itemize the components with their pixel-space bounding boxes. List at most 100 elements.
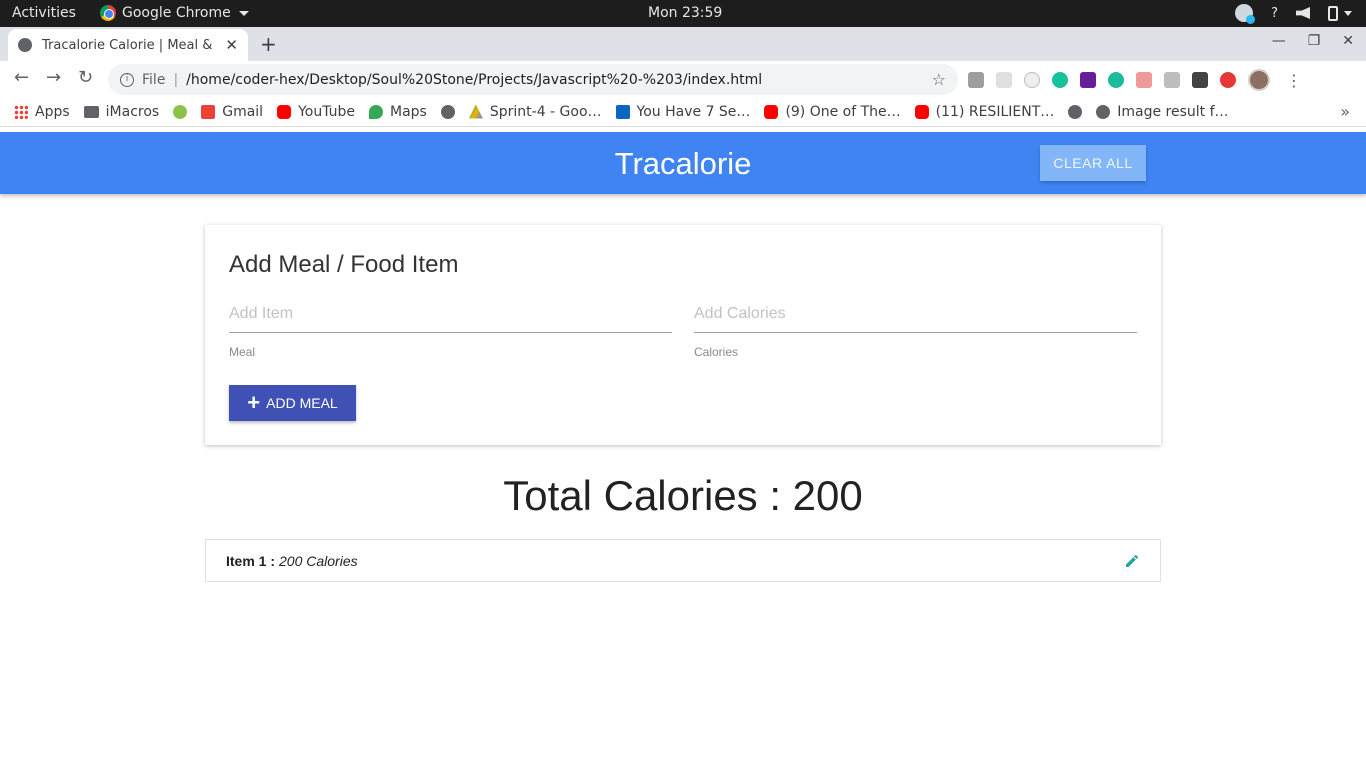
extension-icon[interactable] xyxy=(1080,72,1096,88)
bookmark-label: Image result f… xyxy=(1117,103,1229,120)
menu-kebab-icon[interactable]: ⋮ xyxy=(1286,71,1302,90)
app-menu[interactable]: Google Chrome xyxy=(100,5,249,21)
add-meal-card: Add Meal / Food Item Meal Calories + ADD… xyxy=(205,225,1161,445)
youtube-icon xyxy=(277,104,292,119)
bookmark-globe-2[interactable] xyxy=(1068,104,1083,119)
add-meal-label: ADD MEAL xyxy=(266,395,338,411)
grammarly-icon[interactable] xyxy=(1052,72,1068,88)
shield-icon[interactable] xyxy=(1164,72,1180,88)
close-tab-icon[interactable]: ✕ xyxy=(225,36,238,54)
address-url[interactable]: /home/coder-hex/Desktop/Soul%20Stone/Pro… xyxy=(186,72,932,88)
globe-icon xyxy=(1096,104,1111,119)
bookmark-globe[interactable] xyxy=(440,104,455,119)
volume-icon[interactable] xyxy=(1296,7,1310,19)
app-menu-label: Google Chrome xyxy=(122,5,231,21)
linkedin-icon xyxy=(615,104,630,119)
bookmark-label: YouTube xyxy=(298,103,356,120)
add-meal-button[interactable]: + ADD MEAL xyxy=(229,385,356,421)
drive-icon xyxy=(468,104,483,119)
extension-icon xyxy=(173,104,188,119)
bookmark-label: Apps xyxy=(35,103,70,120)
pencil-edit-icon[interactable] xyxy=(1124,553,1140,569)
bookmark-youtube[interactable]: YouTube xyxy=(277,104,355,120)
bookmark-gmail[interactable]: Gmail xyxy=(201,104,263,120)
system-top-bar: Activities Google Chrome Mon 23:59 ? xyxy=(0,0,1366,27)
bookmark-label: (11) RESILIENT… xyxy=(935,103,1055,120)
bookmark-star-icon[interactable]: ☆ xyxy=(932,70,946,89)
card-title: Add Meal / Food Item xyxy=(229,251,459,278)
bookmark-label: iMacros xyxy=(105,103,160,120)
new-tab-button[interactable]: + xyxy=(260,32,277,56)
bookmarks-bar: Apps iMacros Gmail YouTube Maps Sprint-4… xyxy=(0,97,1366,127)
chevron-down-icon[interactable] xyxy=(1344,10,1352,16)
bookmark-youtube-3[interactable]: (11) RESILIENT… xyxy=(914,103,1055,120)
bookmark-maps[interactable]: Maps xyxy=(369,104,427,120)
extension-icon[interactable] xyxy=(1024,72,1040,88)
battery-icon[interactable] xyxy=(1328,5,1338,21)
system-tray[interactable]: ? xyxy=(1235,4,1352,24)
app-navbar: Tracalorie CLEAR ALL xyxy=(0,132,1366,194)
extension-icon[interactable] xyxy=(996,72,1012,88)
item-name-input[interactable] xyxy=(229,295,672,333)
back-arrow-icon[interactable]: ← xyxy=(14,67,29,88)
extensions-area: ⋮ xyxy=(968,69,1302,91)
bookmark-apps[interactable]: Apps xyxy=(14,104,70,120)
calories-input[interactable] xyxy=(694,295,1137,333)
browser-tab[interactable]: Tracalorie Calorie | Meal & ✕ xyxy=(8,29,248,61)
globe-icon xyxy=(440,104,455,119)
maps-icon xyxy=(369,104,384,119)
window-controls: — ❐ ✕ xyxy=(1272,33,1354,49)
item-field: Meal xyxy=(229,295,672,359)
chevron-down-icon xyxy=(238,10,249,16)
minimize-icon[interactable]: — xyxy=(1272,33,1286,49)
tab-title: Tracalorie Calorie | Meal & xyxy=(42,37,213,53)
globe-icon xyxy=(18,38,32,52)
bookmark-drive[interactable]: Sprint-4 - Goo… xyxy=(468,104,602,120)
youtube-icon xyxy=(764,104,779,119)
tab-strip: Tracalorie Calorie | Meal & ✕ + — ❐ ✕ xyxy=(0,27,1366,61)
reload-icon[interactable]: ↻ xyxy=(78,67,93,88)
status-app-icon[interactable] xyxy=(1235,4,1256,24)
bookmark-imacros[interactable]: iMacros xyxy=(83,103,160,120)
page-content: Tracalorie CLEAR ALL Add Meal / Food Ite… xyxy=(0,128,1366,768)
address-scheme: File xyxy=(142,71,166,88)
extension-icon[interactable] xyxy=(1136,72,1152,88)
chrome-icon xyxy=(100,5,116,21)
item-name: Item 1 : xyxy=(226,552,276,569)
youtube-icon xyxy=(914,104,929,119)
extension-icon[interactable] xyxy=(1192,72,1208,88)
activities-button[interactable]: Activities xyxy=(12,5,76,21)
plus-icon: + xyxy=(247,390,261,415)
extension-icon[interactable] xyxy=(968,72,984,88)
extension-icon[interactable] xyxy=(1108,72,1124,88)
bookmark-image-result[interactable]: Image result f… xyxy=(1096,103,1229,120)
item-calories: 200 Calories xyxy=(279,552,358,569)
close-window-icon[interactable]: ✕ xyxy=(1342,33,1354,49)
bookmark-extension[interactable] xyxy=(173,104,188,119)
address-separator: | xyxy=(173,71,179,88)
total-calories: Total Calories : 200 xyxy=(503,472,863,519)
list-item: Item 1 : 200 Calories xyxy=(206,540,1160,581)
address-bar[interactable]: i File | /home/coder-hex/Desktop/Soul%20… xyxy=(108,64,958,95)
apps-icon xyxy=(14,104,28,119)
bookmark-label: Maps xyxy=(390,103,427,120)
restore-icon[interactable]: ❐ xyxy=(1308,33,1321,49)
adblock-icon[interactable] xyxy=(1220,72,1236,88)
bookmark-label: You Have 7 Se… xyxy=(636,103,751,120)
bookmark-label: Gmail xyxy=(222,103,264,120)
profile-avatar[interactable] xyxy=(1248,69,1270,91)
clock[interactable]: Mon 23:59 xyxy=(648,5,722,21)
brand-logo[interactable]: Tracalorie xyxy=(0,146,1366,182)
bookmark-youtube-2[interactable]: (9) One of The… xyxy=(764,104,901,120)
help-icon[interactable]: ? xyxy=(1271,6,1278,21)
bookmark-linkedin[interactable]: You Have 7 Se… xyxy=(615,103,751,120)
clear-all-button[interactable]: CLEAR ALL xyxy=(1040,145,1146,181)
more-bookmarks-icon[interactable]: » xyxy=(1340,102,1350,121)
meal-list: Item 1 : 200 Calories xyxy=(205,539,1161,582)
folder-icon xyxy=(83,105,99,118)
forward-arrow-icon[interactable]: → xyxy=(46,67,61,88)
info-icon[interactable]: i xyxy=(120,72,134,87)
browser-toolbar: ← → ↻ i File | /home/coder-hex/Desktop/S… xyxy=(0,61,1366,97)
calories-helper-label: Calories xyxy=(694,345,739,359)
item-helper-label: Meal xyxy=(229,345,256,359)
